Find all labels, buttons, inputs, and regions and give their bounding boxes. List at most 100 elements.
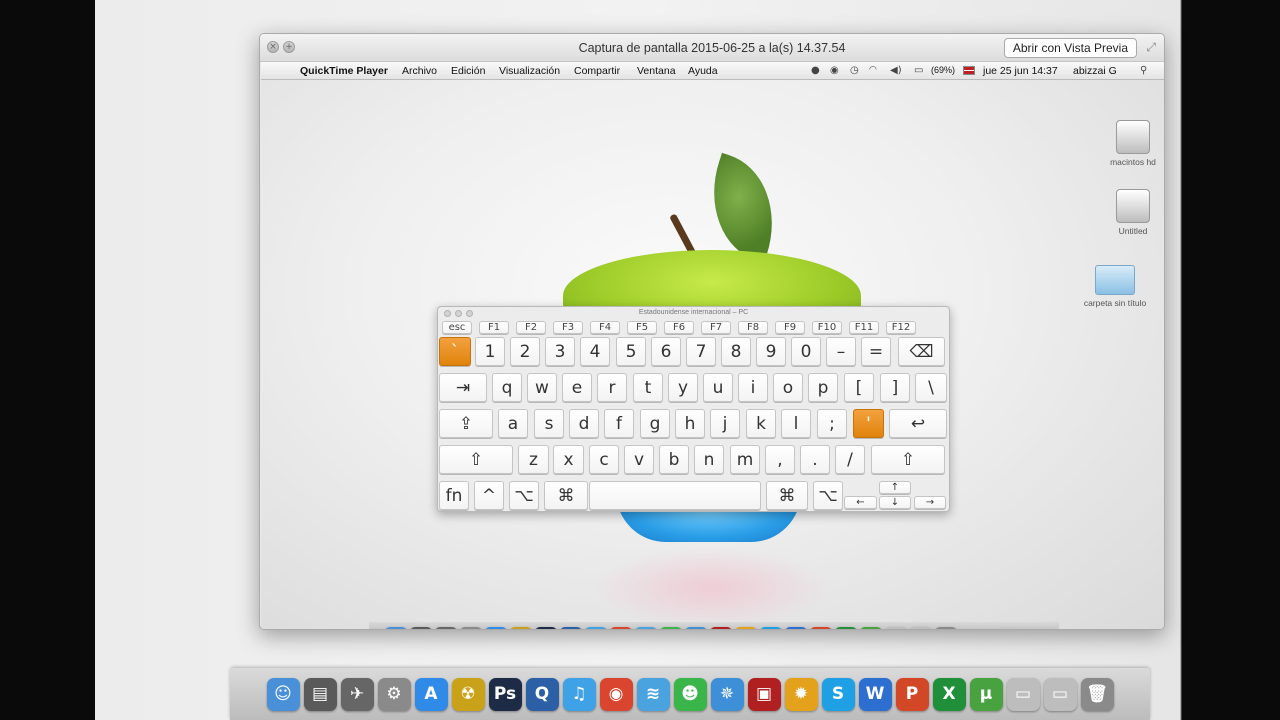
key-r0c6[interactable]: F6 xyxy=(664,321,694,334)
key-r0c12[interactable]: F12 xyxy=(886,321,916,334)
key-r2c7[interactable]: u xyxy=(703,373,733,402)
itunes-icon[interactable]: ♫ xyxy=(585,627,607,629)
fullscreen-icon[interactable]: ⤢ xyxy=(1146,40,1156,55)
key-r2c4[interactable]: r xyxy=(597,373,627,402)
key-r0c8[interactable]: F8 xyxy=(738,321,768,334)
key-r5c3[interactable]: ⌘ xyxy=(544,481,588,510)
key-r2c1[interactable]: q xyxy=(492,373,522,402)
quicktime-icon[interactable]: Q xyxy=(525,677,559,711)
key-r2c12[interactable]: ] xyxy=(880,373,910,402)
app-store-icon[interactable]: A xyxy=(414,677,448,711)
key-r1c0[interactable]: ` xyxy=(439,337,471,366)
key-r5c9[interactable]: ↓ xyxy=(879,496,911,509)
key-r2c11[interactable]: [ xyxy=(844,373,874,402)
key-r2c0[interactable]: ⇥ xyxy=(439,373,487,402)
powerpoint-icon[interactable]: P xyxy=(895,677,929,711)
app-name[interactable]: QuickTime Player xyxy=(300,65,388,77)
key-r4c9[interactable]: . xyxy=(800,445,830,474)
safari-icon[interactable]: ✵ xyxy=(685,627,707,629)
key-r3c7[interactable]: j xyxy=(710,409,740,438)
menu-ventana[interactable]: Ventana xyxy=(637,65,676,77)
desktop-disk-macintosh[interactable]: macintos hd xyxy=(1093,120,1164,167)
word-icon[interactable]: W xyxy=(858,677,892,711)
key-r3c12[interactable]: ↩ xyxy=(889,409,947,438)
burn-icon[interactable]: ☢ xyxy=(510,627,532,629)
key-r2c9[interactable]: o xyxy=(773,373,803,402)
key-r1c2[interactable]: 2 xyxy=(510,337,540,366)
system-preferences-icon[interactable]: ⚙ xyxy=(377,677,411,711)
key-space[interactable] xyxy=(589,481,761,510)
key-r1c6[interactable]: 6 xyxy=(651,337,681,366)
key-r2c6[interactable]: y xyxy=(668,373,698,402)
key-r5c2[interactable]: ⌥ xyxy=(509,481,539,510)
key-r4c2[interactable]: x xyxy=(553,445,584,474)
key-r3c2[interactable]: s xyxy=(534,409,564,438)
key-r5c5[interactable]: ⌘ xyxy=(766,481,808,510)
key-r4c5[interactable]: b xyxy=(659,445,689,474)
key-r5c8[interactable]: ↑ xyxy=(879,481,911,494)
key-r2c2[interactable]: w xyxy=(527,373,557,402)
menu-edicion[interactable]: Edición xyxy=(451,65,485,77)
messages-icon[interactable]: ☻ xyxy=(660,627,682,629)
word-icon[interactable]: W xyxy=(785,627,807,629)
spotlight-icon[interactable]: ⚲ xyxy=(1140,65,1147,76)
system-preferences-icon[interactable]: ⚙ xyxy=(460,627,482,629)
key-r4c7[interactable]: m xyxy=(730,445,760,474)
key-r3c4[interactable]: f xyxy=(604,409,634,438)
system-info-icon[interactable]: ▤ xyxy=(410,627,432,629)
key-r0c4[interactable]: F4 xyxy=(590,321,620,334)
key-r4c11[interactable]: ⇧ xyxy=(871,445,945,474)
key-r1c9[interactable]: 9 xyxy=(756,337,786,366)
key-r4c3[interactable]: c xyxy=(589,445,619,474)
key-r3c0[interactable]: ⇪ xyxy=(439,409,493,438)
key-r2c13[interactable]: \ xyxy=(915,373,947,402)
quicktime-icon[interactable]: Q xyxy=(560,627,582,629)
wifi-icon[interactable]: ◠ xyxy=(869,65,877,75)
key-r3c1[interactable]: a xyxy=(498,409,528,438)
skype-icon[interactable]: S xyxy=(760,627,782,629)
window-thumb-icon[interactable]: ▭ xyxy=(1006,677,1040,711)
messages-icon[interactable]: ☻ xyxy=(673,677,707,711)
key-r5c6[interactable]: ⌥ xyxy=(813,481,843,510)
window-thumb-icon[interactable]: ▭ xyxy=(910,627,932,629)
chrome-icon[interactable]: ◉ xyxy=(599,677,633,711)
key-r1c3[interactable]: 3 xyxy=(545,337,575,366)
battery-icon[interactable]: ▭ xyxy=(914,65,923,76)
key-r4c4[interactable]: v xyxy=(624,445,654,474)
color-wheel-icon[interactable]: ✹ xyxy=(735,627,757,629)
key-r1c4[interactable]: 4 xyxy=(580,337,610,366)
key-r2c10[interactable]: p xyxy=(808,373,838,402)
key-r1c8[interactable]: 8 xyxy=(721,337,751,366)
key-r5c0[interactable]: fn xyxy=(439,481,469,510)
key-r3c5[interactable]: g xyxy=(640,409,670,438)
launchpad-icon[interactable]: ✈ xyxy=(435,627,457,629)
utorrent-icon[interactable]: µ xyxy=(969,677,1003,711)
launchpad-icon[interactable]: ✈ xyxy=(340,677,374,711)
time-machine-icon[interactable]: ◷ xyxy=(850,65,859,76)
desktop-folder[interactable]: carpeta sin título xyxy=(1075,265,1155,308)
key-r4c8[interactable]: , xyxy=(765,445,795,474)
key-r3c6[interactable]: h xyxy=(675,409,705,438)
excel-icon[interactable]: X xyxy=(932,677,966,711)
skype-icon[interactable]: S xyxy=(821,677,855,711)
trash-icon[interactable]: 🗑 xyxy=(935,627,957,629)
key-r3c10[interactable]: ; xyxy=(817,409,847,438)
key-r3c3[interactable]: d xyxy=(569,409,599,438)
utorrent-icon[interactable]: µ xyxy=(860,627,882,629)
key-r1c13[interactable]: ⌫ xyxy=(898,337,945,366)
volume-icon[interactable]: ◀) xyxy=(890,65,902,76)
key-r4c10[interactable]: / xyxy=(835,445,865,474)
key-r2c3[interactable]: e xyxy=(562,373,592,402)
key-r0c2[interactable]: F2 xyxy=(516,321,546,334)
user-name[interactable]: abizzai G xyxy=(1073,65,1117,77)
trash-icon[interactable]: 🗑 xyxy=(1080,677,1114,711)
burn-icon[interactable]: ☢ xyxy=(451,677,485,711)
color-wheel-icon[interactable]: ✹ xyxy=(784,677,818,711)
chrome-icon[interactable]: ◉ xyxy=(610,627,632,629)
key-r0c10[interactable]: F10 xyxy=(812,321,842,334)
photo-booth-icon[interactable]: ▣ xyxy=(747,677,781,711)
key-r5c1[interactable]: ^ xyxy=(474,481,504,510)
key-r0c5[interactable]: F5 xyxy=(627,321,657,334)
key-r4c0[interactable]: ⇧ xyxy=(439,445,513,474)
key-r5c7[interactable]: ← xyxy=(844,496,877,509)
